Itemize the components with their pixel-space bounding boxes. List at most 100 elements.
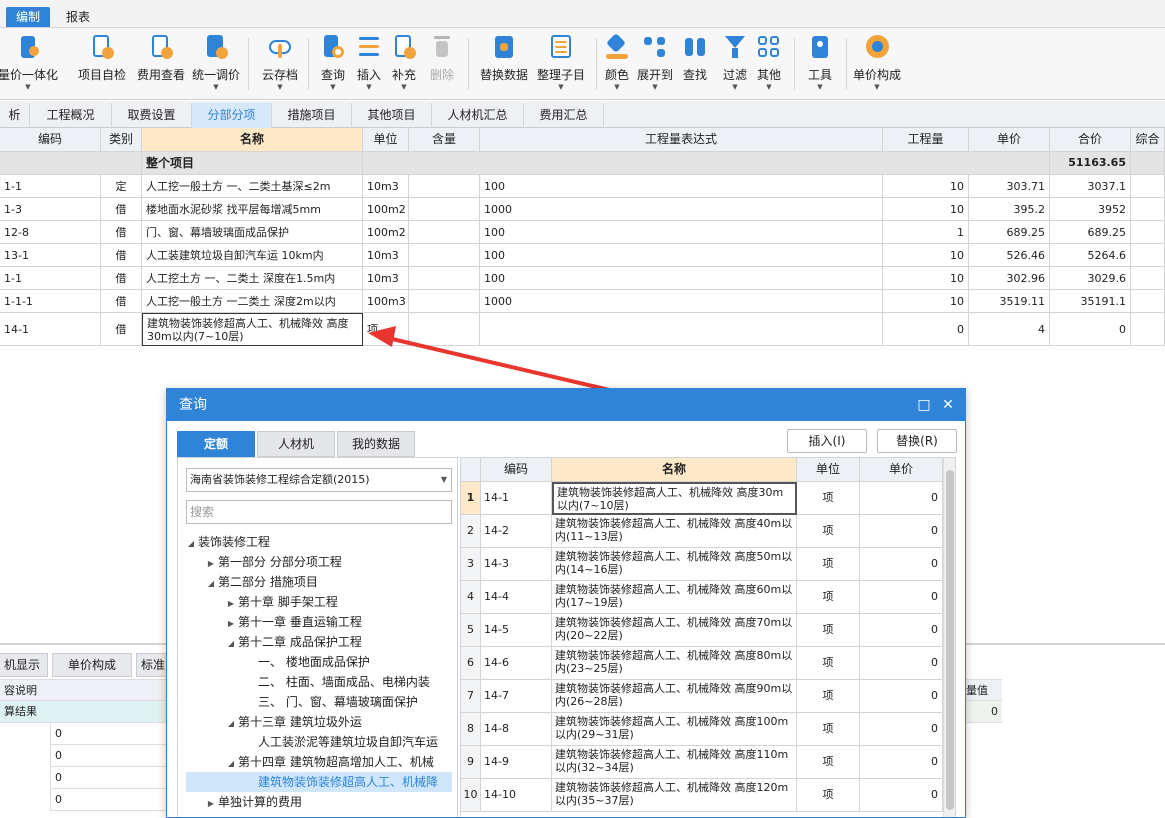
replace-data-button[interactable]: 替换数据 [476,32,532,96]
result-cell-code[interactable]: 14-2 [481,515,552,548]
collapse-arrow-icon[interactable]: ◢ [224,714,238,734]
result-cell-price[interactable]: 0 [860,647,943,680]
grid-cell-expr[interactable]: 100 [480,175,883,198]
detail-value-row[interactable]: 0 [50,723,166,745]
results-header-price[interactable]: 单价 [860,458,943,482]
grid-cell-type[interactable]: 借 [101,221,142,244]
grid-cell-expr[interactable]: 100 [480,267,883,290]
result-cell-code[interactable]: 14-3 [481,548,552,581]
tab-labor-material-summary[interactable]: 人材机汇总 [432,103,524,128]
tab-standard[interactable]: 标准 [136,653,170,677]
insert-button[interactable]: 插入(I) [787,429,867,453]
grid-cell-unit[interactable]: 100m3 [363,290,409,313]
column-header-comprehensive[interactable]: 综合 [1131,128,1165,152]
grid-cell-name[interactable]: 建筑物装饰装修超高人工、机械降效 高度30m以内(7~10层) [142,313,363,346]
expand-arrow-icon[interactable]: ▶ [204,554,218,574]
result-cell-idx[interactable]: 9 [461,746,481,779]
grid-cell-name[interactable]: 人工挖土方 一、二类土 深度在1.5m内 [142,267,363,290]
grid-cell-type[interactable]: 借 [101,198,142,221]
result-cell-price[interactable]: 0 [860,482,943,515]
grid-cell-content[interactable] [409,221,480,244]
quota-library-select[interactable]: 海南省装饰装修工程综合定额(2015) ▼ [186,468,452,492]
grid-cell-price[interactable]: 689.25 [969,221,1050,244]
result-cell-name[interactable]: 建筑物装饰装修超高人工、机械降效 高度80m以内(23~25层) [552,647,797,680]
tree-node[interactable]: ◢ 装饰装修工程 [184,532,270,552]
collapse-arrow-icon[interactable]: ◢ [224,634,238,654]
detail-value-row[interactable]: 0 [50,767,166,789]
result-cell-idx[interactable]: 10 [461,779,481,812]
tree-node[interactable]: 一、 楼地面成品保护 [244,652,370,672]
column-header-expression[interactable]: 工程量表达式 [480,128,883,152]
tree-node[interactable]: 三、 门、窗、幕墙玻璃面保护 [244,692,418,712]
dialog-tab-labor-material[interactable]: 人材机 [257,431,335,457]
grid-cell-code[interactable]: 12-8 [0,221,101,244]
column-header-total[interactable]: 合价 [1050,128,1131,152]
menu-tab-edit[interactable]: 编制 [6,7,51,27]
grid-cell-code[interactable]: 14-1 [0,313,101,346]
tab-sub-items[interactable]: 分部分项 [192,103,272,128]
result-cell-unit[interactable]: 项 [797,779,860,812]
tree-node[interactable]: ▶ 第十章 脚手架工程 [224,592,338,612]
result-cell-idx[interactable]: 4 [461,581,481,614]
detail-value-row[interactable]: 0 [50,745,166,767]
close-icon[interactable]: ✕ [937,389,959,421]
grid-cell-type[interactable]: 定 [101,175,142,198]
result-cell-name[interactable]: 建筑物装饰装修超高人工、机械降效 高度100m以内(29~31层) [552,713,797,746]
collapse-arrow-icon[interactable]: ◢ [224,754,238,774]
grid-cell-unit[interactable]: 10m3 [363,244,409,267]
grid-cell-type[interactable]: 借 [101,290,142,313]
grid-cell-qty[interactable]: 1 [883,221,969,244]
find-button[interactable]: 查找 [678,32,712,96]
grid-cell-unit[interactable]: 10m3 [363,267,409,290]
tree-node[interactable]: ◢ 第十四章 建筑物超高增加人工、机械 [224,752,434,772]
result-cell-price[interactable]: 0 [860,680,943,713]
result-cell-unit[interactable]: 项 [797,614,860,647]
result-cell-name[interactable]: 建筑物装饰装修超高人工、机械降效 高度70m以内(20~22层) [552,614,797,647]
tab-fee-settings[interactable]: 取费设置 [112,103,192,128]
unit-price-composition-button[interactable]: 单价构成 ▼ [850,32,904,96]
result-cell-code[interactable]: 14-8 [481,713,552,746]
column-header-code[interactable]: 编码 [0,128,101,152]
result-cell-unit[interactable]: 项 [797,647,860,680]
maximize-icon[interactable]: □ [913,389,935,421]
grid-cell-unit[interactable]: 项 [363,313,409,346]
result-cell-code[interactable]: 14-1 [481,482,552,515]
grid-cell-name[interactable]: 人工挖一般土方 一、二类土基深≤2m [142,175,363,198]
collapse-arrow-icon[interactable]: ◢ [184,534,198,554]
expand-arrow-icon[interactable]: ▶ [224,614,238,634]
grid-cell-expr[interactable] [480,313,883,346]
results-header-code[interactable]: 编码 [481,458,552,482]
tab-fee-summary[interactable]: 费用汇总 [524,103,604,128]
menu-tab-report[interactable]: 报表 [56,7,100,27]
tree-node[interactable]: 二、 柱面、墙面成品、电梯内装 [244,672,430,692]
grid-cell-qty[interactable]: 10 [883,198,969,221]
grid-cell-price[interactable]: 302.96 [969,267,1050,290]
result-cell-code[interactable]: 14-5 [481,614,552,647]
tree-node[interactable]: ▶ 第一部分 分部分项工程 [204,552,342,572]
result-cell-code[interactable]: 14-4 [481,581,552,614]
grid-cell-qty[interactable]: 10 [883,290,969,313]
grid-cell-unit[interactable]: 100m2 [363,221,409,244]
grid-cell-expr[interactable]: 100 [480,244,883,267]
result-cell-price[interactable]: 0 [860,713,943,746]
grid-cell-code[interactable]: 1-1 [0,267,101,290]
grid-cell-name[interactable]: 楼地面水泥砂浆 找平层每增减5mm [142,198,363,221]
result-cell-price[interactable]: 0 [860,548,943,581]
grid-cell-total[interactable]: 3029.6 [1050,267,1131,290]
detail-result-row[interactable]: 算结果 [0,701,166,723]
grid-cell-price[interactable]: 303.71 [969,175,1050,198]
grid-cell-content[interactable] [409,267,480,290]
result-cell-name[interactable]: 建筑物装饰装修超高人工、机械降效 高度40m以内(11~13层) [552,515,797,548]
tree-node[interactable]: ▶ 第十一章 垂直运输工程 [224,612,362,632]
grid-cell-total[interactable]: 3952 [1050,198,1131,221]
tree-node[interactable]: 人工装淤泥等建筑垃圾自卸汽车运 [244,732,438,752]
result-cell-name[interactable]: 建筑物装饰装修超高人工、机械降效 高度60m以内(17~19层) [552,581,797,614]
grid-cell-name[interactable]: 门、窗、幕墙玻璃面成品保护 [142,221,363,244]
grid-cell-code[interactable]: 1-1 [0,175,101,198]
grid-cell-content[interactable] [409,175,480,198]
result-cell-idx[interactable]: 3 [461,548,481,581]
grid-cell-unit[interactable]: 10m3 [363,175,409,198]
result-cell-unit[interactable]: 项 [797,482,860,515]
expand-to-button[interactable]: 展开到 ▼ [634,32,676,96]
grid-cell-price[interactable]: 526.46 [969,244,1050,267]
